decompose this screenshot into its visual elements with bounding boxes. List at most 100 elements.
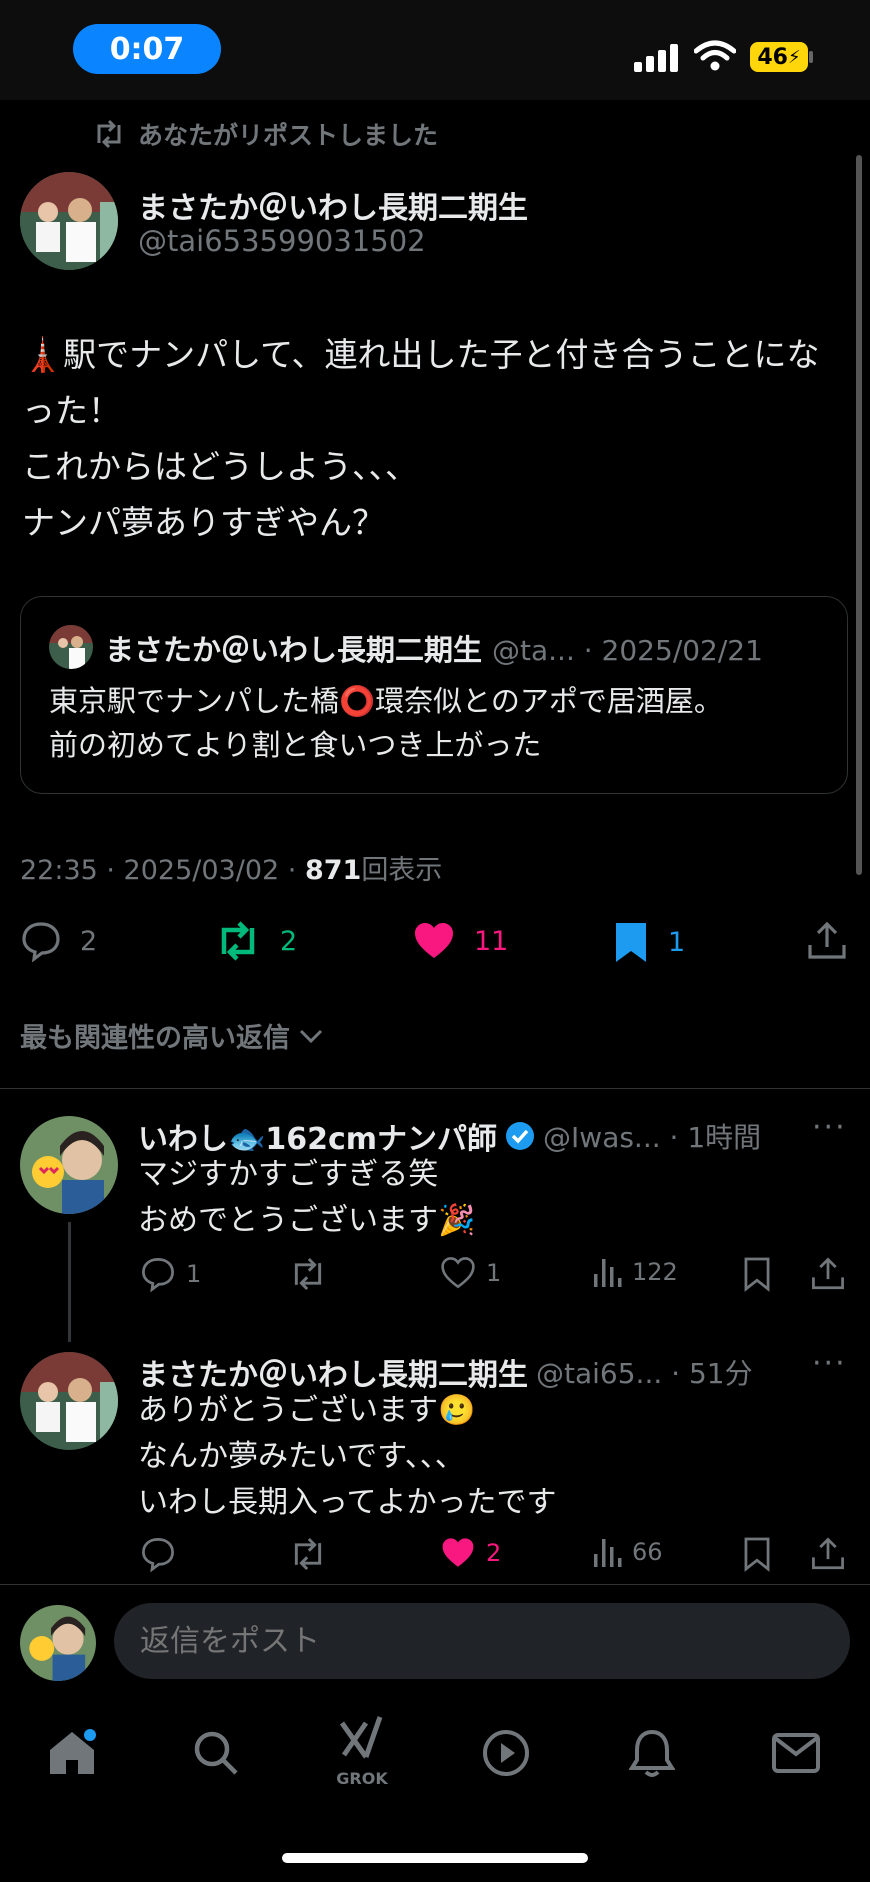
nav-home[interactable]	[42, 1723, 102, 1783]
wifi-icon	[694, 40, 736, 71]
home-indicator	[282, 1853, 588, 1863]
nav-messages[interactable]	[766, 1723, 826, 1783]
more-options-icon[interactable]: ···	[812, 1110, 847, 1145]
bottom-nav: GROK	[0, 1705, 870, 1882]
chevron-down-icon	[299, 1029, 323, 1043]
play-icon	[483, 1730, 529, 1776]
signal-icon	[634, 44, 678, 72]
reply-sort-dropdown[interactable]: 最も関連性の高い返信	[20, 1016, 324, 1055]
reply-count: 2	[80, 925, 98, 957]
like-count: 11	[474, 925, 509, 957]
nav-grok[interactable]: GROK	[330, 1715, 394, 1799]
heart-outline-icon	[441, 1257, 475, 1289]
reply-text: ありがとうございます🥲 なんか夢みたいです、、、 いわし長期入ってよかったです	[138, 1393, 557, 1520]
reply-avatar[interactable]	[20, 1352, 118, 1450]
notification-dot	[84, 1729, 96, 1741]
bookmark-outline-icon	[744, 1257, 770, 1292]
reply-repost-button[interactable]	[288, 1536, 328, 1576]
reply-button[interactable]: 2	[20, 920, 97, 962]
nav-video[interactable]	[476, 1723, 536, 1783]
nav-search[interactable]	[186, 1723, 246, 1783]
share-button[interactable]	[806, 920, 848, 966]
reply-composer	[0, 1585, 870, 1705]
quote-avatar	[49, 625, 93, 669]
tweet-timestamp: 22:35 · 2025/03/02 ·	[20, 855, 305, 886]
tweet-text: 🗼駅でナンパして、連れ出した子と付き合うことになった！ これからはどうしよう、、…	[22, 335, 820, 542]
nav-notifications[interactable]	[622, 1723, 682, 1783]
quote-text: 東京駅でナンパした橋⭕環奈似とのアポで居酒屋。 前の初めてより割と食いつき上がっ…	[49, 684, 723, 762]
reply-like-count: 1	[486, 1259, 502, 1287]
views-chart-icon	[594, 1259, 622, 1287]
reply-views-button[interactable]: 122	[592, 1256, 678, 1288]
reply-view-count: 66	[632, 1538, 663, 1566]
repost-icon	[294, 1537, 322, 1571]
reply-share-button[interactable]	[810, 1536, 846, 1576]
bell-icon	[629, 1729, 675, 1777]
reply-like-button[interactable]: 2	[440, 1536, 501, 1570]
avatar-photo	[20, 172, 118, 270]
reply-share-button[interactable]	[810, 1256, 846, 1296]
reply-like-button[interactable]: 1	[440, 1256, 501, 1290]
scrollbar[interactable]	[856, 155, 862, 875]
view-count-label: 回表示	[361, 855, 443, 886]
view-count: 871	[304, 855, 362, 886]
status-bar: 0:07 46 ⚡	[0, 0, 870, 100]
reply-input[interactable]	[114, 1603, 850, 1679]
share-icon	[812, 1257, 844, 1290]
reply-reply-button[interactable]	[140, 1536, 176, 1576]
reply-view-count: 122	[632, 1258, 678, 1286]
quote-author-name: まさたか＠いわし長期二期生	[105, 633, 483, 667]
status-time: 0:07	[73, 24, 221, 74]
reply-icon	[22, 922, 60, 962]
repost-banner-text: あなたがリポストしました	[138, 121, 439, 150]
author-name[interactable]: まさたか＠いわし長期二期生	[138, 183, 528, 227]
bookmark-count: 1	[668, 926, 686, 958]
heart-filled-icon	[415, 923, 453, 958]
share-icon	[812, 1537, 844, 1570]
author-handle[interactable]: @tai653599031502	[138, 224, 426, 258]
repost-count: 2	[280, 925, 298, 957]
repost-icon	[294, 1257, 322, 1291]
battery-tip	[809, 51, 813, 63]
my-avatar-photo	[20, 1605, 96, 1681]
grok-label: GROK	[336, 1769, 388, 1788]
verified-badge-icon	[506, 1122, 535, 1150]
reply-avatar-photo	[20, 1116, 118, 1214]
reply-sort-label: 最も関連性の高い返信	[20, 1023, 290, 1054]
reply-avatar-photo	[20, 1352, 118, 1450]
share-icon	[808, 921, 846, 959]
search-icon	[194, 1731, 238, 1775]
reply-text: マジすかすごすぎる笑 おめでとうございます🎉	[138, 1157, 476, 1238]
like-button[interactable]: 11	[412, 920, 508, 962]
mail-icon	[772, 1733, 820, 1773]
bookmark-button[interactable]: 1	[612, 920, 685, 964]
more-options-icon[interactable]: ···	[812, 1346, 847, 1381]
quote-tweet[interactable]: まさたか＠いわし長期二期生 @ta... · 2025/02/21 東京駅でナン…	[20, 596, 848, 794]
reply-bookmark-button[interactable]	[742, 1536, 772, 1576]
reply-views-button[interactable]: 66	[592, 1536, 663, 1568]
repost-banner: あなたがリポストしました	[92, 116, 438, 152]
reply-icon	[142, 1258, 174, 1292]
divider	[0, 1088, 870, 1089]
battery-indicator: 46 ⚡	[750, 42, 808, 72]
repost-icon	[97, 119, 121, 149]
grok-icon	[339, 1716, 383, 1759]
quote-avatar-photo	[49, 625, 93, 669]
bookmark-filled-icon	[616, 923, 646, 962]
quote-handle-date: @ta... · 2025/02/21	[492, 634, 763, 667]
reply-repost-button[interactable]	[288, 1256, 328, 1296]
reply-reply-count: 1	[186, 1260, 202, 1288]
reply-bookmark-button[interactable]	[742, 1256, 772, 1296]
views-chart-icon	[594, 1539, 622, 1567]
repost-button[interactable]: 2	[214, 920, 297, 962]
bookmark-outline-icon	[744, 1537, 770, 1572]
thread-line	[68, 1222, 71, 1342]
my-avatar[interactable]	[20, 1605, 96, 1681]
heart-filled-icon	[442, 1538, 474, 1567]
reply-icon	[142, 1538, 174, 1573]
reply-handle-time: @tai65... · 51分	[536, 1357, 753, 1390]
reply-reply-button[interactable]: 1	[140, 1256, 201, 1292]
reply-avatar[interactable]	[20, 1116, 118, 1214]
tweet-meta: 22:35 · 2025/03/02 · 871回表示	[20, 848, 442, 887]
author-avatar[interactable]	[20, 172, 118, 270]
